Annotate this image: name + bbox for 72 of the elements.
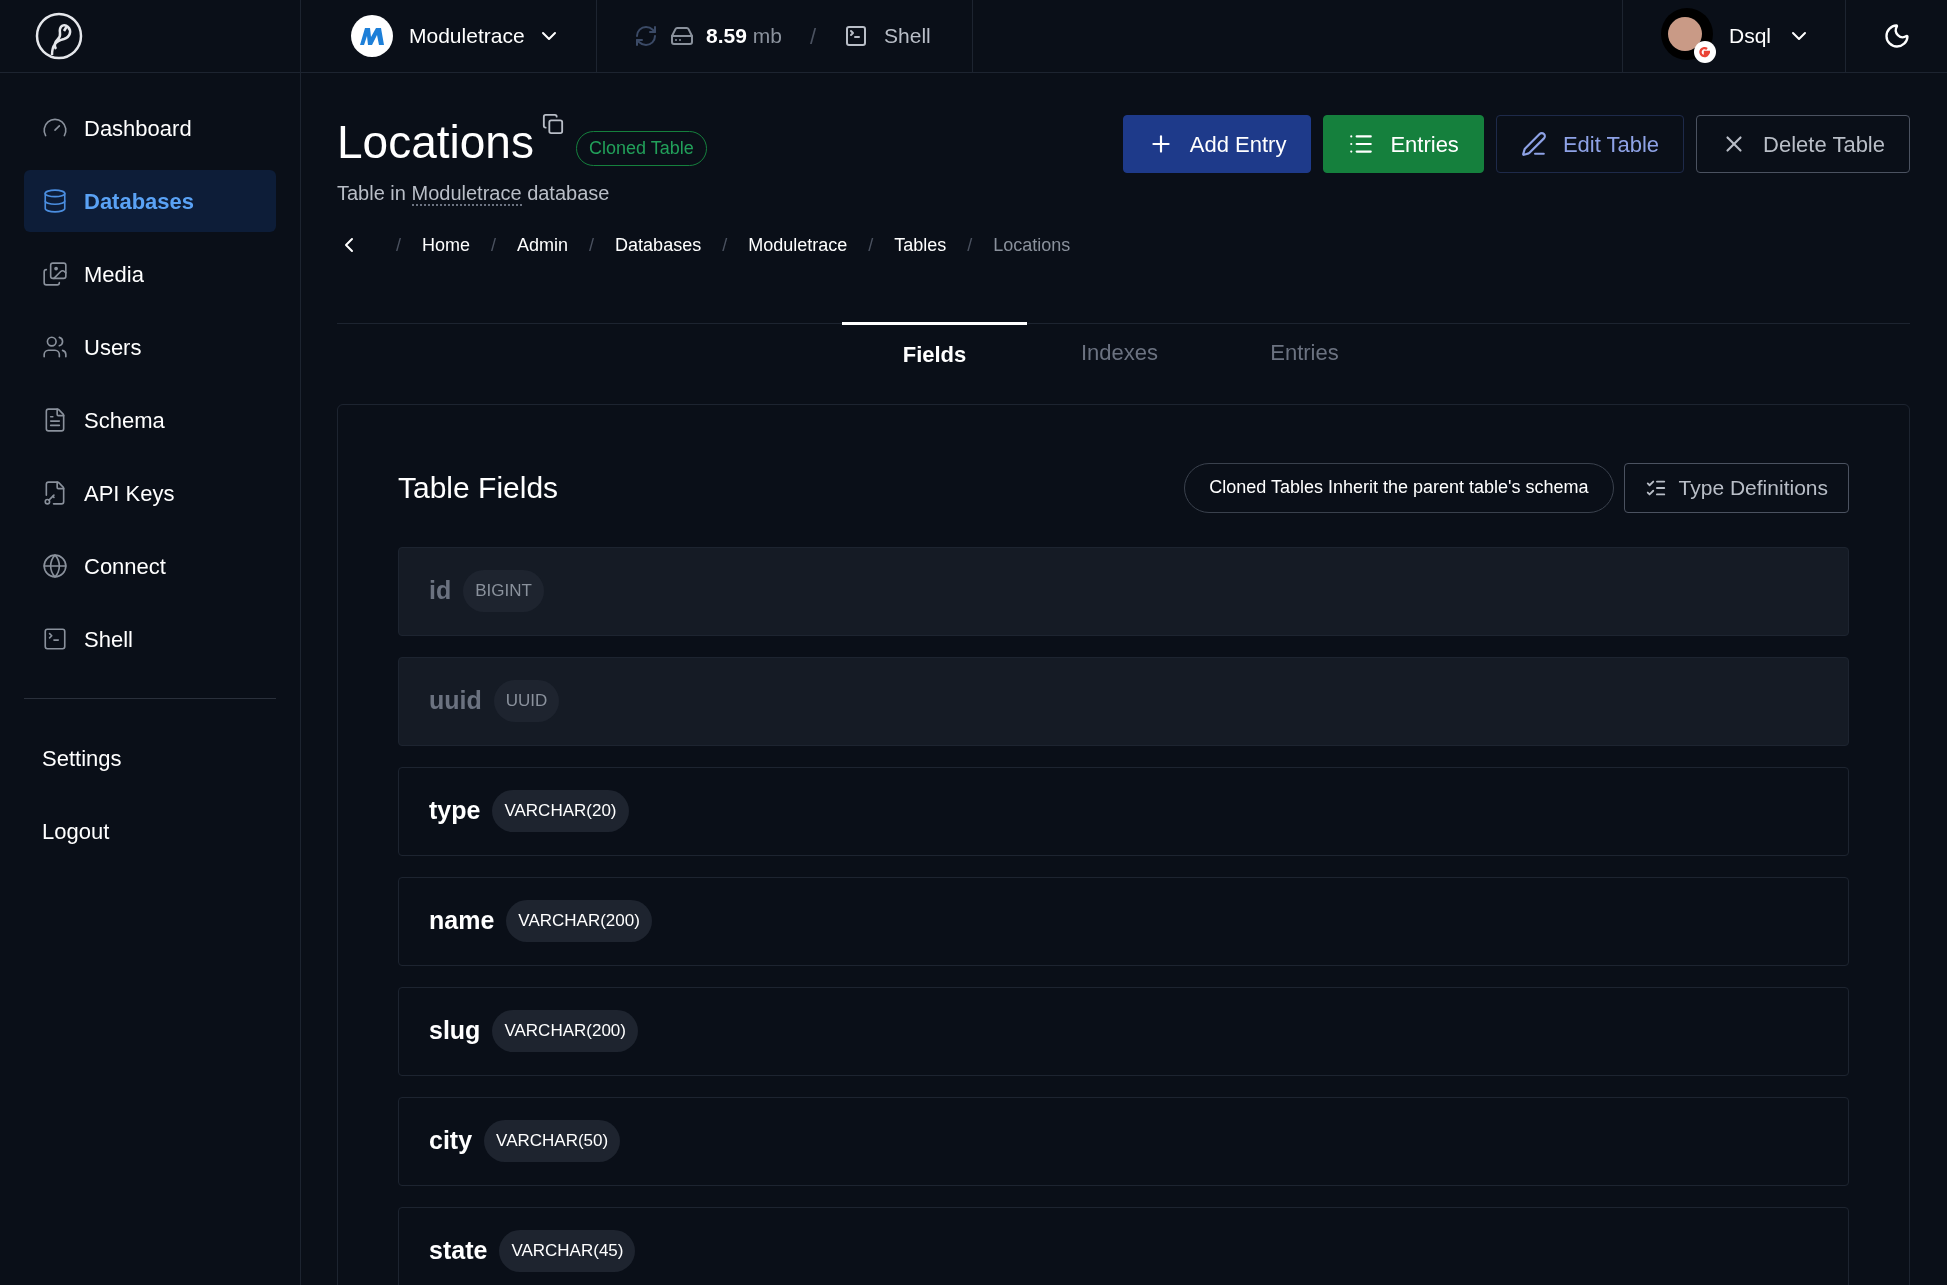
sidebar-link[interactable]: Settings	[24, 727, 276, 789]
page-subtitle: Table in Moduletrace database	[337, 180, 611, 208]
dark-mode-icon[interactable]	[1882, 22, 1911, 50]
hard-drive-icon	[670, 24, 694, 48]
field-type: VARCHAR(200)	[506, 900, 652, 942]
breadcrumb-separator: /	[589, 233, 595, 257]
database-icon	[42, 188, 68, 214]
action-button[interactable]: Entries	[1323, 115, 1484, 173]
users-icon	[42, 334, 68, 360]
copy-icon[interactable]	[541, 113, 564, 135]
tab[interactable]: Fields	[842, 321, 1027, 372]
field-name: city	[429, 1125, 473, 1157]
field-type: VARCHAR(200)	[492, 1010, 638, 1052]
sidebar-item[interactable]: Dashboard	[24, 97, 276, 159]
storage-size: 8.59 mb	[706, 23, 782, 50]
separator: /	[809, 22, 817, 51]
field-name: id	[429, 575, 452, 607]
breadcrumb-separator: /	[868, 233, 874, 257]
type-definitions-button[interactable]: Type Definitions	[1623, 462, 1849, 513]
field-row[interactable]: name VARCHAR(200)	[398, 876, 1849, 966]
project-selector[interactable]: Moduletrace	[409, 20, 561, 52]
shell-link[interactable]: Shell	[844, 20, 931, 52]
field-row[interactable]: slug VARCHAR(200)	[398, 986, 1849, 1076]
sidebar-item[interactable]: Media	[24, 243, 276, 305]
sidebar-item[interactable]: Shell	[24, 608, 276, 670]
sidebar-link[interactable]: Logout	[24, 800, 276, 862]
breadcrumb-link[interactable]: Locations	[993, 231, 1071, 259]
action-button[interactable]: Edit Table	[1495, 115, 1685, 173]
action-button[interactable]: Delete Table	[1696, 115, 1910, 173]
sidebar-item[interactable]: Users	[24, 316, 276, 378]
breadcrumb-link[interactable]: Databases	[615, 231, 702, 259]
card-title: Table Fields	[398, 470, 559, 507]
globe-icon	[42, 553, 68, 579]
logo-icon[interactable]	[34, 11, 84, 61]
breadcrumb-link[interactable]: Moduletrace	[748, 231, 848, 259]
breadcrumb-link[interactable]: Tables	[894, 231, 947, 259]
field-type: BIGINT	[463, 570, 544, 612]
field-type: VARCHAR(20)	[492, 790, 629, 832]
breadcrumb-link[interactable]: Admin	[517, 231, 569, 259]
breadcrumb-separator: /	[491, 233, 497, 257]
breadcrumb-separator: /	[396, 233, 401, 257]
field-name: type	[429, 795, 481, 827]
user-avatar	[1661, 8, 1717, 64]
field-type: UUID	[493, 680, 560, 722]
project-logo-icon	[351, 15, 393, 57]
field-row[interactable]: city VARCHAR(50)	[398, 1096, 1849, 1186]
user-menu[interactable]: Dsql	[1729, 20, 1811, 52]
terminal-icon	[844, 24, 869, 48]
breadcrumb-link[interactable]: Home	[422, 231, 471, 259]
info-pill: Cloned Tables Inherit the parent table's schema	[1184, 462, 1614, 513]
images-icon	[42, 261, 68, 287]
sidebar-item[interactable]: API Keys	[24, 462, 276, 524]
page-title: Locations	[337, 117, 534, 168]
tab[interactable]: Indexes	[1027, 321, 1212, 372]
sidebar-item[interactable]: Schema	[24, 389, 276, 451]
field-type: VARCHAR(45)	[499, 1230, 636, 1272]
field-row[interactable]: state VARCHAR(45)	[398, 1206, 1849, 1285]
field-name: state	[429, 1235, 488, 1267]
sidebar-item[interactable]: Databases	[24, 170, 276, 232]
field-type: VARCHAR(50)	[484, 1120, 621, 1162]
action-button[interactable]: Add Entry	[1122, 115, 1312, 173]
breadcrumb-separator: /	[722, 233, 728, 257]
breadcrumb-separator: /	[967, 233, 973, 257]
terminal-icon	[42, 626, 68, 652]
field-row[interactable]: type VARCHAR(20)	[398, 766, 1849, 856]
database-link[interactable]: Moduletrace	[411, 181, 522, 206]
pen-icon	[1520, 131, 1547, 157]
tab[interactable]: Entries	[1212, 321, 1397, 372]
field-name: name	[429, 905, 495, 937]
field-name: uuid	[429, 685, 482, 717]
field-name: slug	[429, 1015, 481, 1047]
sidebar-item[interactable]: Connect	[24, 535, 276, 597]
